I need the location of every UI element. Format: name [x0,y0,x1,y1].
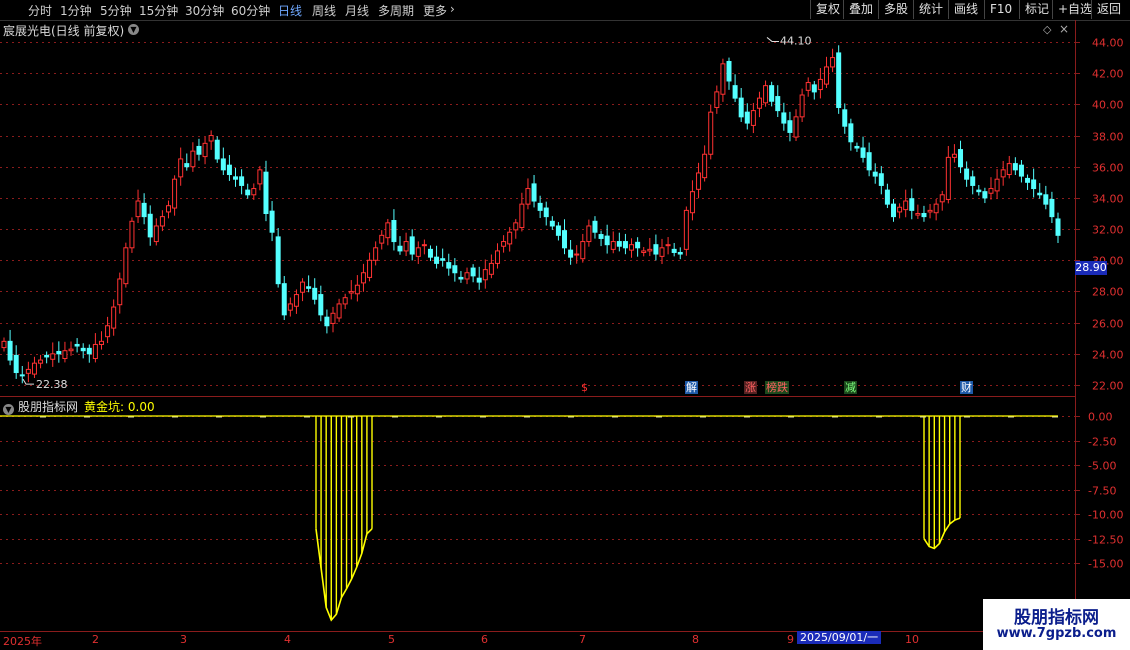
indicator-axis-label: -5.00 [1088,460,1116,473]
indicator-axis-label: 0.00 [1088,411,1113,424]
current-price-tag: 28.90 [1075,261,1107,275]
price-axis-label: 44.00 [1092,37,1124,50]
x-axis-label: 2025年 [3,635,42,648]
price-axis-label: 22.00 [1092,380,1124,393]
watermark-title: 股朋指标网 [1014,608,1099,628]
price-axis-label: 42.00 [1092,68,1124,81]
price-axis: 22.0024.0026.0028.0030.0032.0034.0036.00… [1075,37,1124,393]
indicator-axis-label: -10.00 [1088,509,1123,522]
x-axis-label: 9 [787,633,794,646]
x-axis-label: 7 [579,633,586,646]
golden-pit-outline [315,528,373,622]
indicator-axis-label: -2.50 [1088,436,1116,449]
x-axis-label: 5 [388,633,395,646]
price-axis-label: 38.00 [1092,131,1124,144]
cursor-date-label: 2025/09/01/一 [797,631,882,644]
price-axis-label: 40.00 [1092,99,1124,112]
x-axis-label: 3 [180,633,187,646]
x-axis-label: 8 [692,633,699,646]
price-axis-label: 24.00 [1092,349,1124,362]
x-axis-label: 10 [905,633,919,646]
indicator-axis-label: -7.50 [1088,485,1116,498]
indicator-axis-label: -15.00 [1088,558,1123,571]
price-axis-label: 26.00 [1092,318,1124,331]
time-axis: 2025年 2 3 4 5 6 7 8 9 10 [0,631,1075,648]
watermark: 股朋指标网 www.7gpzb.com [983,599,1130,650]
watermark-url: www.7gpzb.com [996,626,1117,641]
x-axis-label: 6 [481,633,488,646]
indicator-axis-label: -12.50 [1088,534,1123,547]
price-axis-label: 32.00 [1092,224,1124,237]
price-axis-label: 36.00 [1092,162,1124,175]
x-axis-label: 4 [284,633,291,646]
x-axis-label: 2 [92,633,99,646]
indicator-axis: 0.00 -2.50 -5.00 -7.50 -10.00 -12.50 -15.00 [1075,411,1123,571]
price-axis-label: 34.00 [1092,193,1124,206]
price-axis-label: 28.00 [1092,286,1124,299]
indicator-chart[interactable] [0,0,1075,650]
